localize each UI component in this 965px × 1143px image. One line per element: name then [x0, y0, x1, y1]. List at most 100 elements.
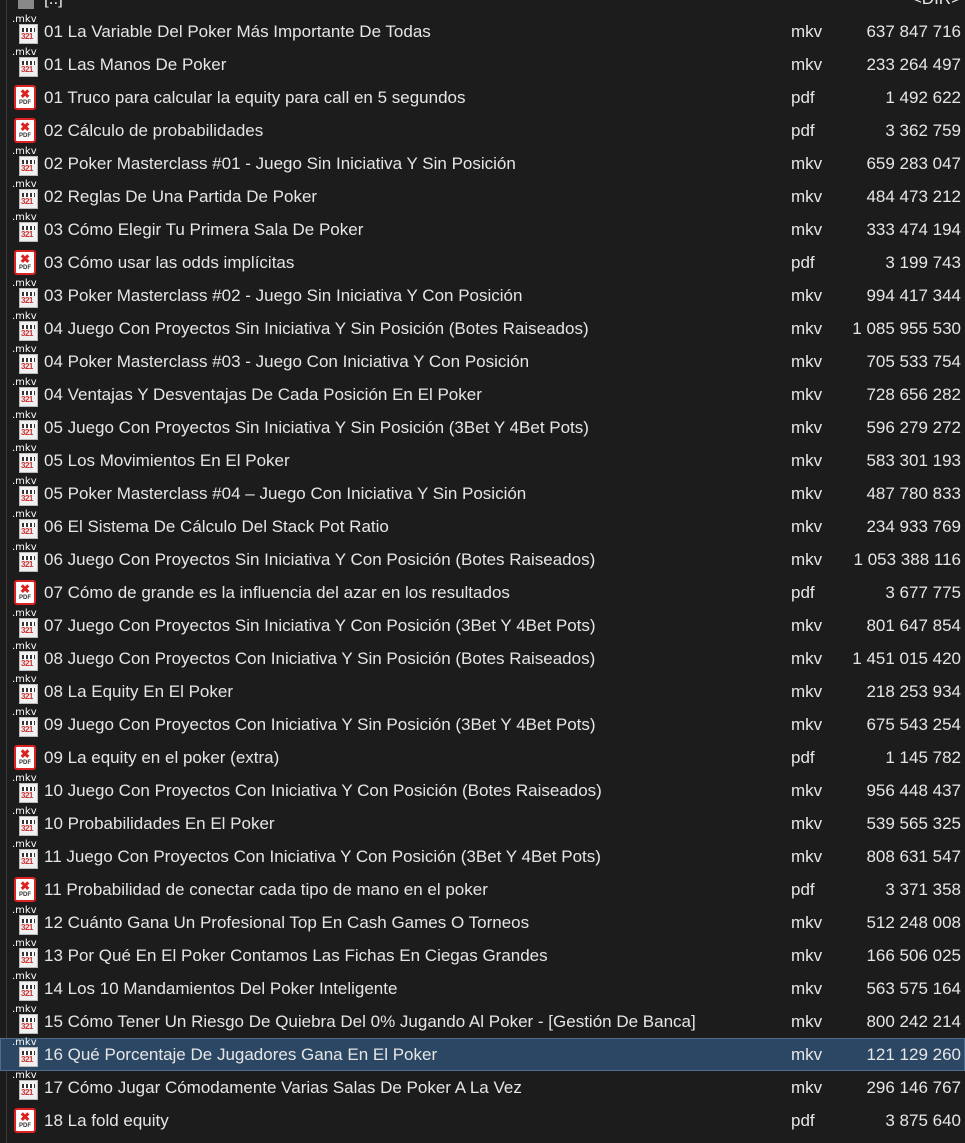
- file-name: 12 Cuánto Gana Un Profesional Top En Cas…: [44, 913, 530, 932]
- parent-dir-row[interactable]: [..] <DIR>: [0, 0, 965, 15]
- file-row[interactable]: ✖ PDF 02 Cálculo de probabilidades pdf 3 362…: [0, 114, 965, 147]
- video-file-icon: 321 .mkv: [12, 510, 40, 540]
- file-name: 03 Cómo Elegir Tu Primera Sala De Poker: [44, 220, 364, 239]
- video-file-icon: 321 .mkv: [12, 906, 40, 936]
- file-ext: mkv: [791, 979, 823, 998]
- file-row[interactable]: 321 .mkv 02 Reglas De Una Partida De Poker…: [0, 180, 965, 213]
- file-row[interactable]: 321 .mkv 03 Cómo Elegir Tu Primera Sala De…: [0, 213, 965, 246]
- file-row[interactable]: 321 .mkv 05 Poker Masterclass #04 – Juego …: [0, 477, 965, 510]
- file-row[interactable]: ✖ PDF 09 La equity en el poker (extra) pdf 1…: [0, 741, 965, 774]
- file-row[interactable]: 321 .mkv 02 Poker Masterclass #01 - Juego …: [0, 147, 965, 180]
- file-row[interactable]: 321 .mkv 17 Cómo Jugar Cómodamente Varias …: [0, 1071, 965, 1104]
- file-row[interactable]: 321 .mkv 08 La Equity En El Poker mkv 218 25…: [0, 675, 965, 708]
- file-list[interactable]: [..] <DIR> 321.mkv01 La Variable Del Pok…: [0, 0, 965, 1137]
- file-ext: mkv: [791, 55, 823, 74]
- file-size: 3 362 759: [885, 121, 961, 140]
- file-ext: mkv: [791, 220, 823, 239]
- video-file-icon: 321 .mkv: [12, 642, 40, 672]
- file-row[interactable]: 321 .mkv 04 Poker Masterclass #03 - Juego …: [0, 345, 965, 378]
- video-file-icon: 321 .mkv: [12, 939, 40, 969]
- file-ext: mkv: [791, 715, 823, 734]
- file-row[interactable]: ✖ PDF 01 Truco para calcular la equity par…: [0, 81, 965, 114]
- file-row[interactable]: 321 .mkv 01 La Variable Del Poker Más Impo…: [0, 15, 965, 48]
- file-ext: mkv: [791, 814, 823, 833]
- file-row[interactable]: 321 .mkv 06 Juego Con Proyectos Sin Inicia…: [0, 543, 965, 576]
- file-name: 01 La Variable Del Poker Más Importante …: [44, 22, 431, 41]
- file-ext: mkv: [791, 1078, 823, 1097]
- file-row[interactable]: 321 .mkv 05 Juego Con Proyectos Sin Inicia…: [0, 411, 965, 444]
- file-name: 18 La fold equity: [44, 1111, 169, 1130]
- file-name: 10 Probabilidades En El Poker: [44, 814, 275, 833]
- file-row[interactable]: ✖ PDF 11 Probabilidad de conectar cada tip…: [0, 873, 965, 906]
- video-file-icon: 321 .mkv: [12, 1038, 40, 1068]
- file-row[interactable]: 321 .mkv 04 Juego Con Proyectos Sin Inicia…: [0, 312, 965, 345]
- file-row[interactable]: 321 .mkv 08 Juego Con Proyectos Con Inicia…: [0, 642, 965, 675]
- file-name: 04 Poker Masterclass #03 - Juego Con Ini…: [44, 352, 530, 371]
- file-size: 956 448 437: [866, 781, 961, 800]
- file-name: 07 Cómo de grande es la influencia del a…: [44, 583, 510, 602]
- file-size: <DIR>: [912, 0, 961, 15]
- file-size: 563 575 164: [866, 979, 961, 998]
- video-file-icon: 321 .mkv: [12, 1071, 40, 1101]
- file-name: 04 Ventajas Y Desventajas De Cada Posici…: [44, 385, 482, 404]
- file-row[interactable]: 321 .mkv 03 Poker Masterclass #02 - Juego …: [0, 279, 965, 312]
- file-size: 333 474 194: [866, 220, 961, 239]
- video-file-icon: 321 .mkv: [12, 444, 40, 474]
- file-row[interactable]: 321 .mkv 04 Ventajas Y Desventajas De Cada…: [0, 378, 965, 411]
- file-row[interactable]: 321 .mkv 10 Probabilidades En El Poker mkv 5…: [0, 807, 965, 840]
- file-size: 233 264 497: [866, 55, 961, 74]
- file-name: 15 Cómo Tener Un Riesgo De Quiebra Del 0…: [44, 1012, 696, 1031]
- video-file-icon: 321 .mkv: [12, 708, 40, 738]
- file-size: 3 371 358: [885, 880, 961, 899]
- file-ext: mkv: [791, 187, 823, 206]
- file-row[interactable]: 321 .mkv 09 Juego Con Proyectos Con Inicia…: [0, 708, 965, 741]
- file-name: 08 Juego Con Proyectos Con Iniciativa Y …: [44, 649, 596, 668]
- file-size: 3 199 743: [885, 253, 961, 272]
- file-name: 03 Cómo usar las odds implícitas: [44, 253, 295, 272]
- video-file-icon: 321 .mkv: [12, 675, 40, 705]
- file-row[interactable]: 321 .mkv 16 Qué Porcentaje De Jugadores Ga…: [0, 1038, 965, 1071]
- video-file-icon: 321 .mkv: [12, 477, 40, 507]
- file-ext: mkv: [791, 352, 823, 371]
- file-row[interactable]: 321 .mkv 15 Cómo Tener Un Riesgo De Quiebr…: [0, 1005, 965, 1038]
- file-name: 06 Juego Con Proyectos Sin Iniciativa Y …: [44, 550, 596, 569]
- file-size: 296 146 767: [866, 1078, 961, 1097]
- file-row[interactable]: 321 .mkv 11 Juego Con Proyectos Con Inicia…: [0, 840, 965, 873]
- video-file-icon: 321 .mkv: [12, 543, 40, 573]
- file-row[interactable]: 321 .mkv 12 Cuánto Gana Un Profesional Top…: [0, 906, 965, 939]
- file-name: 13 Por Qué En El Poker Contamos Las Fich…: [44, 946, 548, 965]
- file-size: 1 085 955 530: [852, 319, 961, 338]
- file-ext: mkv: [791, 22, 823, 41]
- file-size: 484 473 212: [866, 187, 961, 206]
- file-size: 539 565 325: [866, 814, 961, 833]
- file-row[interactable]: 321 .mkv 14 Los 10 Mandamientos Del Poker …: [0, 972, 965, 1005]
- file-row[interactable]: 321 .mkv 01 Las Manos De Poker mkv 233 264 4…: [0, 48, 965, 81]
- file-size: 637 847 716: [866, 22, 961, 41]
- file-name: 17 Cómo Jugar Cómodamente Varias Salas D…: [44, 1078, 522, 1097]
- file-ext: mkv: [791, 1045, 823, 1064]
- video-file-icon: 321 .mkv: [12, 609, 40, 639]
- file-ext: mkv: [791, 781, 823, 800]
- pdf-file-icon: ✖ PDF: [12, 876, 40, 903]
- file-row[interactable]: 321 .mkv 07 Juego Con Proyectos Sin Inicia…: [0, 609, 965, 642]
- file-row[interactable]: 321 .mkv 13 Por Qué En El Poker Contamos L…: [0, 939, 965, 972]
- file-ext: mkv: [791, 913, 823, 932]
- file-name: 16 Qué Porcentaje De Jugadores Gana En E…: [44, 1045, 438, 1064]
- file-ext: mkv: [791, 517, 823, 536]
- file-row[interactable]: 321 .mkv 06 El Sistema De Cálculo Del Stac…: [0, 510, 965, 543]
- file-size: 3 875 640: [885, 1111, 961, 1130]
- file-size: 166 506 025: [866, 946, 961, 965]
- file-row[interactable]: 321 .mkv 10 Juego Con Proyectos Con Inicia…: [0, 774, 965, 807]
- file-row[interactable]: ✖ PDF 18 La fold equity pdf 3 875 640: [0, 1104, 965, 1137]
- file-name: 05 Poker Masterclass #04 – Juego Con Ini…: [44, 484, 527, 503]
- pdf-file-icon: ✖ PDF: [12, 117, 40, 144]
- file-name: 11 Juego Con Proyectos Con Iniciativa Y …: [44, 847, 601, 866]
- file-size: 800 242 214: [866, 1012, 961, 1031]
- file-ext: pdf: [791, 1111, 815, 1130]
- file-row[interactable]: 321 .mkv 05 Los Movimientos En El Poker mkv…: [0, 444, 965, 477]
- file-name: 08 La Equity En El Poker: [44, 682, 234, 701]
- pdf-file-icon: ✖ PDF: [12, 1107, 40, 1134]
- file-row[interactable]: ✖ PDF 07 Cómo de grande es la influencia d…: [0, 576, 965, 609]
- file-name: 05 Los Movimientos En El Poker: [44, 451, 290, 470]
- file-row[interactable]: ✖ PDF 03 Cómo usar las odds implícitas pdf 3…: [0, 246, 965, 279]
